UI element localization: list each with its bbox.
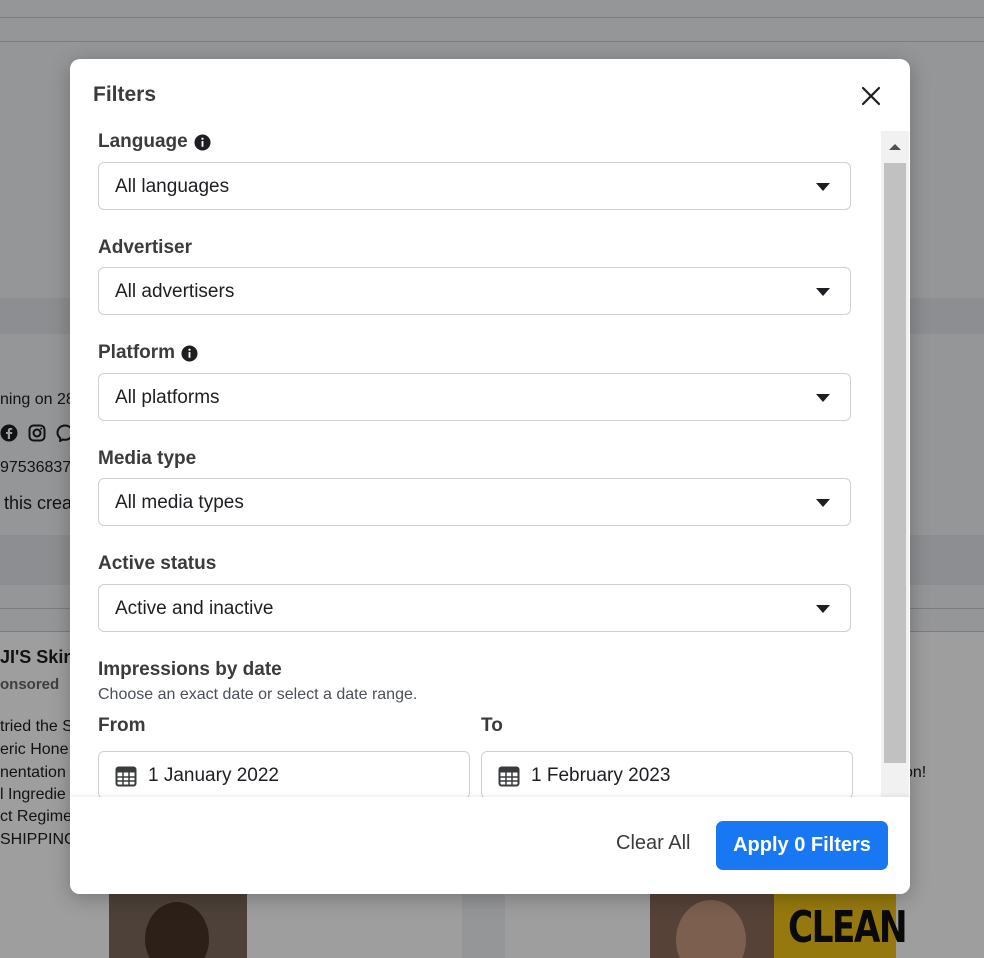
advertiser-label: Advertiser	[98, 237, 192, 258]
info-icon[interactable]	[181, 344, 198, 362]
advertiser-select[interactable]: All advertisers	[98, 267, 851, 315]
caret-down-icon	[816, 499, 830, 507]
caret-down-icon	[816, 394, 830, 402]
calendar-icon	[498, 766, 520, 787]
dialog-footer: Clear All Apply 0 Filters	[70, 797, 910, 894]
dialog-title: Filters	[93, 83, 157, 106]
from-label: From	[98, 715, 146, 736]
caret-down-icon	[816, 288, 830, 296]
active-status-label: Active status	[98, 553, 217, 574]
impressions-label: Impressions by date	[98, 659, 282, 680]
from-date-input[interactable]: 1 January 2022	[98, 751, 470, 797]
scrollbar-thumb[interactable]	[884, 163, 906, 763]
platform-label: Platform	[98, 342, 198, 364]
language-label: Language	[98, 131, 211, 153]
arrow-up-icon	[889, 144, 901, 150]
apply-filters-button[interactable]: Apply 0 Filters	[716, 821, 888, 870]
clear-all-button[interactable]: Clear All	[600, 823, 706, 863]
platform-select[interactable]: All platforms	[98, 373, 851, 421]
to-label: To	[481, 715, 503, 736]
calendar-icon	[115, 766, 137, 787]
media-type-label: Media type	[98, 448, 197, 469]
impressions-hint: Choose an exact date or select a date ra…	[98, 686, 418, 703]
language-select[interactable]: All languages	[98, 162, 851, 210]
info-icon[interactable]	[194, 133, 211, 151]
close-icon	[861, 86, 881, 106]
scrollbar[interactable]	[881, 131, 909, 821]
filters-dialog: Filters Language All languages Advertise…	[70, 59, 910, 894]
media-type-select[interactable]: All media types	[98, 478, 851, 526]
caret-down-icon	[816, 605, 830, 613]
to-date-input[interactable]: 1 February 2023	[481, 751, 853, 797]
caret-down-icon	[816, 183, 830, 191]
scroll-up-button[interactable]	[881, 131, 909, 161]
filters-scroll-area[interactable]: Language All languages Advertiser All ad…	[70, 131, 910, 797]
close-button[interactable]	[854, 79, 888, 113]
active-status-select[interactable]: Active and inactive	[98, 584, 851, 632]
